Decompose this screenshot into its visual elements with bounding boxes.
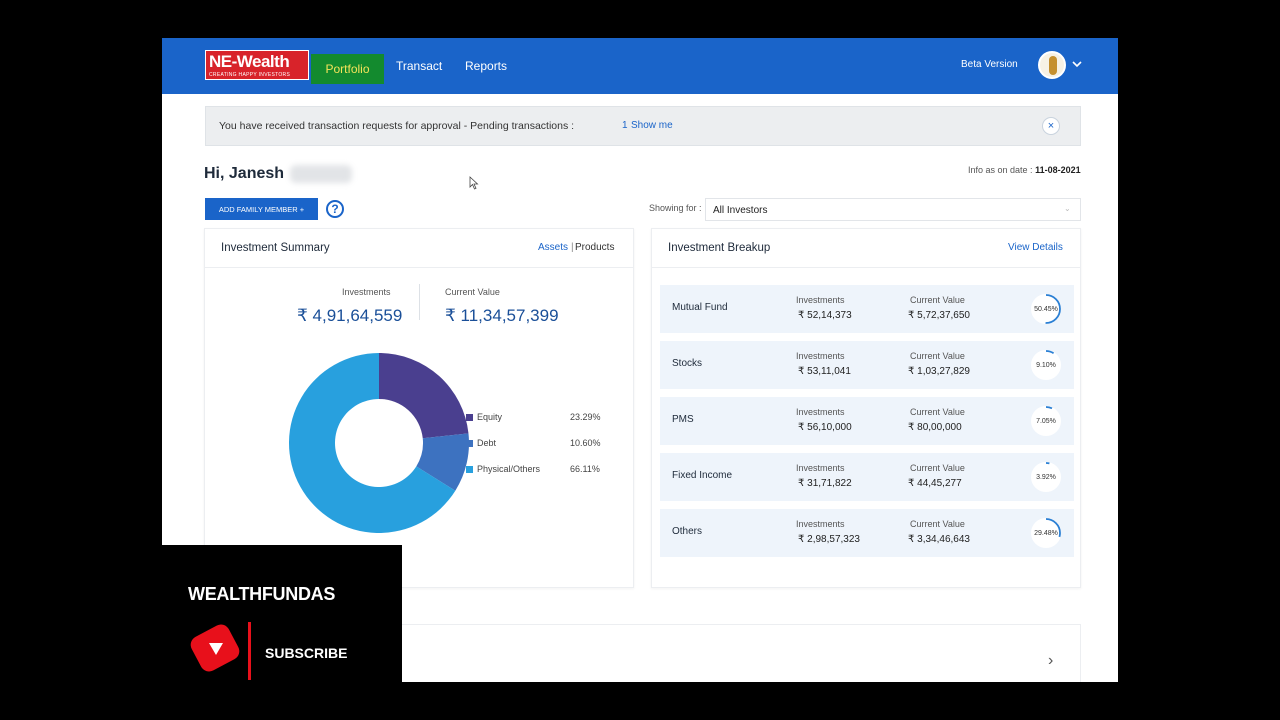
investments-value: ₹ 4,91,64,559 (297, 306, 403, 325)
chevron-down-icon[interactable] (1071, 58, 1083, 70)
investments-label: Investments (342, 287, 391, 297)
blurred-name (290, 165, 352, 183)
top-navbar: NE-Wealth CREATING HAPPY INVESTORS Portf… (162, 38, 1118, 94)
current-value: ₹ 5,72,37,650 (908, 310, 970, 321)
allocation-donut-chart (289, 353, 469, 533)
showing-for-label: Showing for : (649, 203, 702, 213)
card-title: Investment Summary (221, 242, 330, 254)
notice-text: You have received transaction requests f… (219, 120, 575, 132)
greeting: Hi, Janesh (204, 165, 285, 182)
current-value: ₹ 80,00,000 (908, 422, 962, 433)
asset-name: Others (672, 526, 703, 537)
legend-percentage: 66.11% (570, 464, 600, 474)
subscribe-button[interactable]: SUBSCRIBE (265, 645, 347, 661)
investments-label: Investments (796, 407, 845, 417)
add-family-member-button[interactable]: ADD FAMILY MEMBER + (205, 198, 318, 220)
legend-item: Physical/Others (466, 464, 540, 474)
donut-slice-equity[interactable] (379, 353, 469, 439)
nav-reports[interactable]: Reports (465, 59, 507, 73)
beta-label: Beta Version (961, 59, 1018, 70)
pending-notice: You have received transaction requests f… (205, 106, 1081, 146)
avatar[interactable] (1038, 51, 1066, 79)
legend-item: Equity (466, 412, 502, 422)
investments-value: ₹ 2,98,57,323 (798, 534, 860, 545)
channel-name: WEALTHFUNDAS (188, 584, 336, 604)
breakup-row[interactable]: Stocks Investments ₹ 53,11,041 Current Valu… (660, 341, 1074, 389)
percentage-text: 7.05% (1036, 417, 1056, 425)
legend-item: Debt (466, 438, 496, 448)
breakup-row[interactable]: PMS Investments ₹ 56,10,000 Current Value ₹ … (660, 397, 1074, 445)
chevron-down-icon: ⌄ (1064, 204, 1071, 213)
investments-value: ₹ 56,10,000 (798, 422, 852, 433)
legend-percentage: 23.29% (570, 412, 601, 422)
chevron-right-icon[interactable]: › (1048, 652, 1053, 670)
mouse-cursor-icon (469, 176, 479, 190)
legend-percentage: 10.60% (570, 438, 601, 448)
brand-logo[interactable]: NE-Wealth CREATING HAPPY INVESTORS (205, 50, 309, 80)
nav-portfolio[interactable]: Portfolio (311, 54, 384, 84)
current-value-label: Current Value (910, 351, 965, 361)
current-value-label: Current Value (910, 519, 965, 529)
investments-value: ₹ 31,71,822 (798, 478, 852, 489)
youtube-play-icon[interactable] (190, 623, 246, 673)
products-link[interactable]: Products (575, 242, 614, 253)
breakup-row[interactable]: Mutual Fund Investments ₹ 52,14,373 Current… (660, 285, 1074, 333)
assets-link[interactable]: Assets (538, 242, 568, 253)
percentage-text: 9.10% (1036, 361, 1056, 369)
current-value: ₹ 44,45,277 (908, 478, 962, 489)
investments-value: ₹ 53,11,041 (798, 366, 851, 377)
investments-value: ₹ 52,14,373 (798, 310, 852, 321)
asset-name: PMS (672, 414, 694, 425)
investment-summary-card: Investment Summary Assets | Products Inv… (204, 228, 634, 588)
breakup-row[interactable]: Fixed Income Investments ₹ 31,71,822 Curren… (660, 453, 1074, 501)
current-value-label: Current Value (910, 295, 965, 305)
breakup-row[interactable]: Others Investments ₹ 2,98,57,323 Current Va… (660, 509, 1074, 557)
current-value-label: Current Value (910, 463, 965, 473)
close-icon[interactable]: × (1042, 117, 1060, 135)
investments-label: Investments (796, 519, 845, 529)
card-title: Investment Breakup (668, 242, 771, 254)
view-details-link[interactable]: View Details (1008, 242, 1063, 253)
asset-name: Mutual Fund (672, 302, 728, 313)
percentage-text: 3.92% (1036, 473, 1056, 481)
investments-label: Investments (796, 463, 845, 473)
nav-transact[interactable]: Transact (396, 59, 442, 73)
bottom-card[interactable] (401, 624, 1081, 682)
help-icon[interactable]: ? (326, 200, 344, 218)
current-value-label: Current Value (910, 407, 965, 417)
investments-label: Investments (796, 351, 845, 361)
notice-count[interactable]: 1 (622, 120, 628, 131)
percentage-text: 50.45% (1034, 305, 1058, 313)
current-value-label: Current Value (445, 287, 500, 297)
channel-overlay: WEALTHFUNDAS SUBSCRIBE (162, 545, 402, 682)
asset-name: Fixed Income (672, 470, 733, 481)
info-date: Info as on date : 11-08-2021 (968, 165, 1081, 175)
percentage-text: 29.48% (1034, 529, 1058, 537)
investments-label: Investments (796, 295, 845, 305)
asset-name: Stocks (672, 358, 703, 369)
investment-breakup-card: Investment Breakup View Details Mutual F… (651, 228, 1081, 588)
current-value: ₹ 3,34,46,643 (908, 534, 970, 545)
show-me-link[interactable]: Show me (631, 120, 673, 131)
current-value: ₹ 1,03,27,829 (908, 366, 970, 377)
current-value: ₹ 11,34,57,399 (445, 306, 559, 325)
investor-select[interactable]: All Investors ⌄ (705, 198, 1081, 221)
